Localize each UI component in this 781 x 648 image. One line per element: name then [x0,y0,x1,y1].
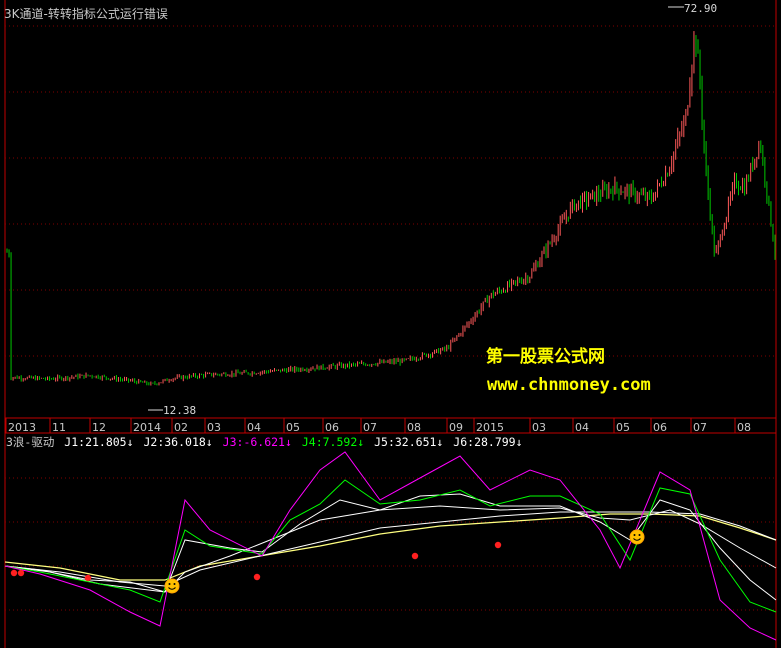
indicator-lines [4,451,777,641]
x-tick-label: 06 [325,421,339,434]
chart-canvas [4,0,777,648]
price-grid [5,25,776,357]
line-j2 [4,505,777,593]
smiley-eye [168,583,171,585]
legend-j3: J3:-6.621↓ [222,435,292,449]
watermark-url: www.chnmoney.com [487,375,651,395]
red-dot-signal [411,552,419,560]
x-tick-label: 07 [693,421,707,434]
x-tick-label: 05 [616,421,630,434]
smiley-eye [638,534,641,536]
red-dot-signal [253,573,261,581]
chart-frame [4,0,777,648]
x-tick-label: 02 [174,421,188,434]
chart-title: 3K通道-转转指标公式运行错误 [4,7,168,21]
line-j1 [4,493,777,601]
x-tick-label: 03 [532,421,546,434]
red-dot-signal [17,569,25,577]
line-j3 [4,451,777,641]
candlestick-series [6,6,776,411]
legend-j6: J6:28.799↓ [453,435,523,449]
x-tick-label: 05 [286,421,300,434]
x-tick-label: 2013 [8,421,36,434]
x-tick-label: 2015 [476,421,504,434]
x-tick-label: 04 [575,421,589,434]
x-tick-label: 06 [653,421,667,434]
indicator-markers [10,529,645,594]
red-dot-signal [10,569,18,577]
legend-j4: J4:7.592↓ [301,435,365,449]
x-tick-label: 08 [737,421,751,434]
smiley-buy-signal [164,578,180,594]
smiley-eye [173,583,176,585]
smiley-face [164,578,180,594]
x-tick-label: 08 [407,421,421,434]
x-tick-label: 07 [363,421,377,434]
line-j6 [4,513,777,581]
x-tick-label: 04 [247,421,261,434]
max-price-label: 72.90 [684,2,718,15]
x-tick-label: 12 [92,421,106,434]
x-tick-label: 2014 [133,421,161,434]
indicator-legend: 3浪-驱动 J1:21.805↓ J2:36.018↓ J3:-6.621↓ J… [6,434,526,450]
min-price-label: 12.38 [163,404,197,417]
x-tick-label: 03 [207,421,221,434]
watermark-title: 第一股票公式网 [486,347,605,367]
smiley-buy-signal [629,529,645,545]
x-tick-label: 09 [449,421,463,434]
smiley-eye [633,534,636,536]
red-dot-signal [84,574,92,582]
line-j5 [4,511,777,587]
smiley-face [629,529,645,545]
red-dot-signal [494,541,502,549]
legend-j2: J2:36.018↓ [143,435,213,449]
legend-j1: J1:21.805↓ [64,435,134,449]
legend-j5: J5:32.651↓ [374,435,444,449]
indicator-grid [5,477,776,611]
x-tick-label: 11 [52,421,66,434]
indicator-name: 3浪-驱动 [6,435,55,449]
